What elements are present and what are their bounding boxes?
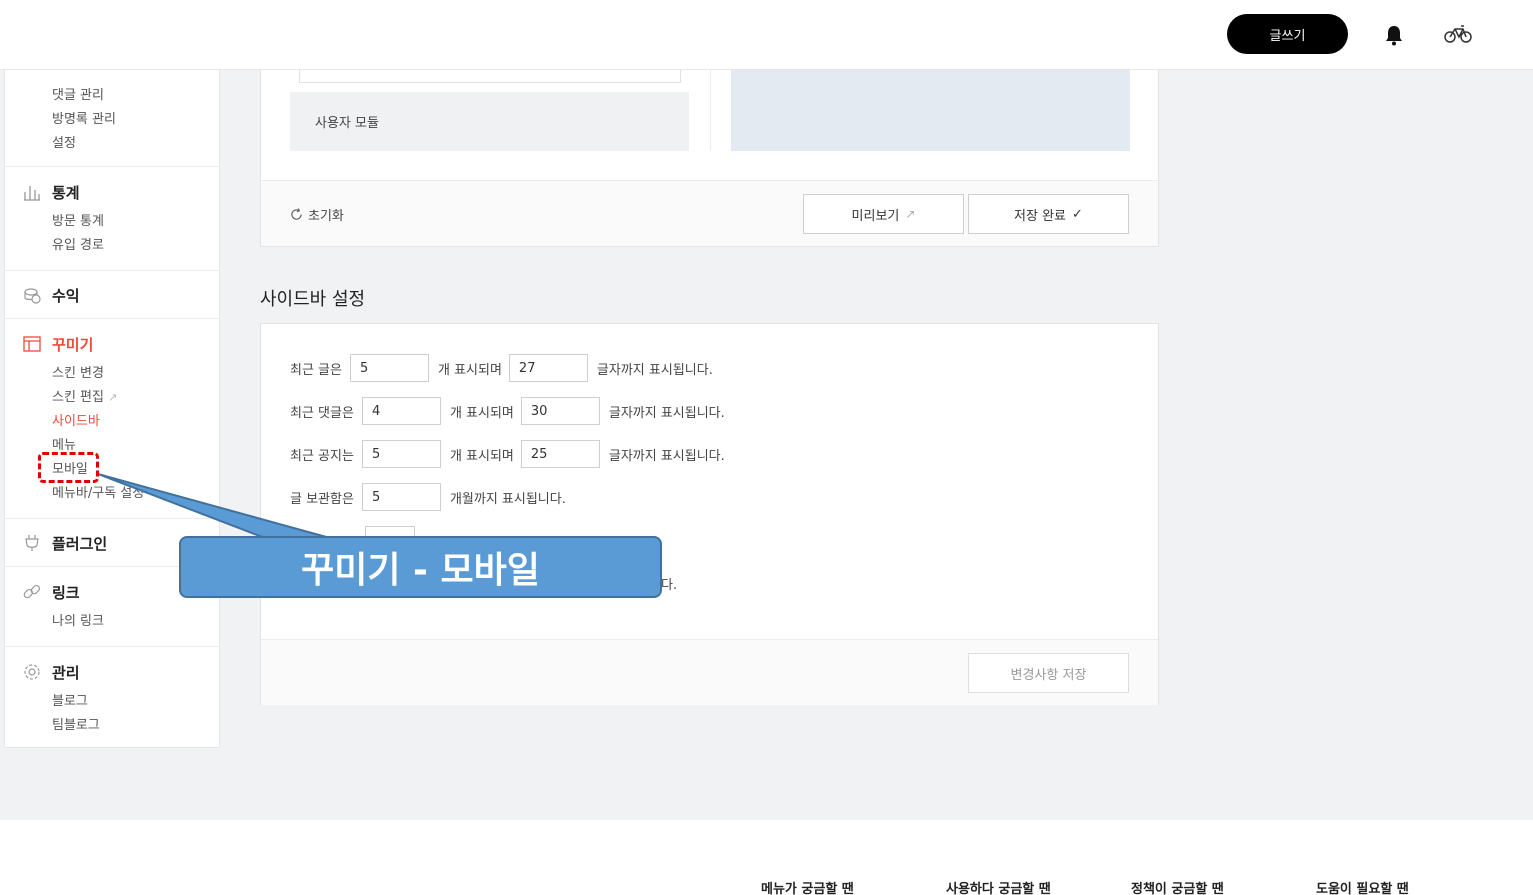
callout-pointer: [97, 473, 331, 539]
annotation-callout: 꾸미기 - 모바일: [179, 536, 662, 598]
mobile-highlight-box: [38, 452, 99, 483]
